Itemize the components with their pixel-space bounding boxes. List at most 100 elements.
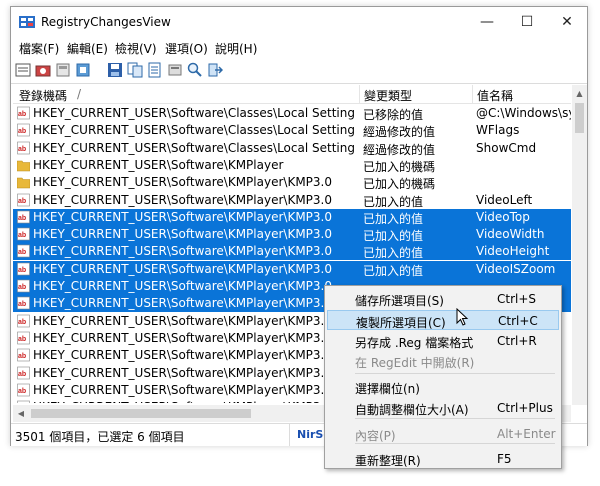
column-header-type[interactable]: 變更類型 <box>364 87 412 104</box>
svg-text:ab: ab <box>18 319 26 326</box>
menu-item-label: 自動調整欄位大小(A) <box>355 403 469 417</box>
svg-text:ab: ab <box>18 371 26 378</box>
cell-key: HKEY_CURRENT_USER\Software\KMPlayer\KMP3… <box>33 244 332 259</box>
cell-key: HKEY_CURRENT_USER\Software\KMPlayer\KMP3… <box>33 313 332 328</box>
cell-key: HKEY_CURRENT_USER\Software\KMPlayer\KMP3… <box>33 365 332 380</box>
cell-value: VideoLeft <box>476 192 533 207</box>
cell-type: 已加入的值 <box>363 229 424 244</box>
reg-value-icon: ab <box>17 314 30 328</box>
save-icon[interactable] <box>107 62 123 78</box>
status-divider <box>289 424 290 446</box>
column-divider[interactable] <box>472 85 473 103</box>
reg-value-icon: ab <box>17 279 30 293</box>
copy-icon[interactable] <box>127 62 143 78</box>
menu-options[interactable]: 選項(O) <box>165 40 208 57</box>
vertical-scroll-thumb[interactable] <box>575 103 584 133</box>
context-menu-item[interactable]: 複製所選項目(C) Ctrl+C <box>327 310 559 330</box>
menu-item-label: 重新整理(R) <box>355 454 421 468</box>
cell-type: 經過修改的值 <box>363 125 436 140</box>
minimize-button[interactable]: — <box>467 7 507 37</box>
menu-edit[interactable]: 編輯(E) <box>67 40 108 57</box>
svg-text:ab: ab <box>18 128 26 135</box>
reg-value-icon: ab <box>17 123 30 137</box>
table-row[interactable]: ab HKEY_CURRENT_USER\Software\KMPlayer\KM… <box>13 226 571 244</box>
sort-indicator: / <box>77 87 82 101</box>
context-menu-item[interactable]: 儲存所選項目(S) Ctrl+S <box>327 289 559 309</box>
menu-separator <box>355 443 555 444</box>
find-icon[interactable] <box>187 62 203 78</box>
title-bar[interactable]: RegistryChangesView — ☐ ✕ <box>11 7 587 37</box>
html-report-icon[interactable] <box>147 62 163 78</box>
context-menu-item: 在 RegEdit 中開啟(R) <box>327 351 559 371</box>
exit-icon[interactable] <box>207 62 223 78</box>
svg-text:ab: ab <box>18 267 26 274</box>
menu-view[interactable]: 檢視(V) <box>115 40 157 57</box>
context-menu-item[interactable]: 自動調整欄位大小(A) Ctrl+Plus <box>327 398 559 418</box>
column-header-key[interactable]: 登錄機碼 <box>19 87 67 104</box>
cell-key: HKEY_CURRENT_USER\Software\KMPlayer\KMP3… <box>33 296 332 311</box>
cell-value: @C:\Windows\syst <box>476 106 571 120</box>
reg-value-icon: ab <box>17 141 30 155</box>
reg-value-icon: ab <box>17 331 30 345</box>
reg-value-icon: ab <box>17 366 30 380</box>
reg-value-icon: ab <box>17 106 30 120</box>
reg-value-icon: ab <box>17 296 30 310</box>
menu-item-label: 選擇欄位(n) <box>355 382 420 396</box>
cell-value: VideoHeight <box>476 244 550 259</box>
reg-value-icon: ab <box>17 400 30 403</box>
table-row[interactable]: ab HKEY_CURRENT_USER\Software\KMPlayer\KM… <box>13 260 571 278</box>
properties-icon[interactable] <box>167 62 183 78</box>
svg-text:ab: ab <box>18 336 26 343</box>
table-row[interactable]: HKEY_CURRENT_USER\Software\KMPlayer 已加入的機… <box>13 157 571 174</box>
menu-item-shortcut: Ctrl+C <box>498 314 538 328</box>
menu-file[interactable]: 檔案(F) <box>19 40 59 57</box>
context-menu-item[interactable]: 重新整理(R) F5 <box>327 449 559 469</box>
column-divider[interactable] <box>359 85 360 103</box>
compare-icon[interactable] <box>55 62 71 78</box>
svg-text:ab: ab <box>18 111 26 118</box>
context-menu-item[interactable]: 選擇欄位(n) <box>327 377 559 397</box>
svg-text:ab: ab <box>18 146 26 153</box>
cell-value: VideoTop <box>476 209 530 224</box>
reg-value-icon: ab <box>17 348 30 362</box>
horizontal-scroll-thumb[interactable] <box>31 409 251 418</box>
svg-text:ab: ab <box>18 198 26 205</box>
table-row[interactable]: ab HKEY_CURRENT_USER\Software\Classes\Loc… <box>13 140 571 157</box>
svg-text:ab: ab <box>18 249 26 256</box>
close-button[interactable]: ✕ <box>547 7 587 37</box>
reg-value-icon: ab <box>17 227 30 241</box>
vertical-scrollbar[interactable]: ▲ <box>572 85 587 405</box>
cell-value: WFlags <box>476 123 520 138</box>
table-row[interactable]: ab HKEY_CURRENT_USER\Software\KMPlayer\KM… <box>13 192 571 209</box>
snapshot-icon[interactable] <box>35 62 51 78</box>
svg-text:ab: ab <box>18 232 26 239</box>
table-row[interactable]: ab HKEY_CURRENT_USER\Software\Classes\Loc… <box>13 122 571 139</box>
table-row[interactable]: ab HKEY_CURRENT_USER\Software\KMPlayer\KM… <box>13 208 571 226</box>
cell-key: HKEY_CURRENT_USER\Software\KMPlayer\KMP3… <box>33 209 332 224</box>
cell-type: 已加入的機碼 <box>363 177 436 192</box>
scroll-left-icon[interactable]: ◀ <box>13 405 29 422</box>
table-row[interactable]: HKEY_CURRENT_USER\Software\KMPlayer\KMP3… <box>13 174 571 191</box>
menu-help[interactable]: 說明(H) <box>215 40 257 57</box>
cell-type: 已移除的值 <box>363 108 424 122</box>
context-menu-item: 內容(P) Alt+Enter <box>327 424 559 444</box>
cell-type: 已加入的機碼 <box>363 159 436 174</box>
cell-key: HKEY_CURRENT_USER\Software\KMPlayer\KMP3… <box>33 400 355 403</box>
menu-bar: 檔案(F) 編輯(E) 檢視(V) 選項(O) 說明(H) <box>11 37 587 57</box>
cell-type: 已加入的值 <box>363 263 424 278</box>
svg-text:ab: ab <box>18 301 26 308</box>
toolbar <box>11 57 587 84</box>
menu-item-label: 內容(P) <box>355 429 396 443</box>
table-row[interactable]: ab HKEY_CURRENT_USER\Software\Classes\Loc… <box>13 105 571 122</box>
options-icon[interactable] <box>15 62 31 78</box>
context-menu-item[interactable]: 另存成 .Reg 檔案格式 Ctrl+R <box>327 331 559 351</box>
scroll-up-icon[interactable]: ▲ <box>572 85 587 102</box>
column-header-value[interactable]: 值名稱 <box>477 87 513 104</box>
registry-icon[interactable] <box>75 62 91 78</box>
reg-value-icon: ab <box>17 262 30 276</box>
menu-item-shortcut: Alt+Enter <box>497 427 556 441</box>
table-row[interactable]: ab HKEY_CURRENT_USER\Software\KMPlayer\KM… <box>13 243 571 261</box>
cell-key: HKEY_CURRENT_USER\Software\KMPlayer\KMP3… <box>33 261 332 276</box>
menu-separator <box>355 418 555 419</box>
maximize-button[interactable]: ☐ <box>507 7 547 37</box>
